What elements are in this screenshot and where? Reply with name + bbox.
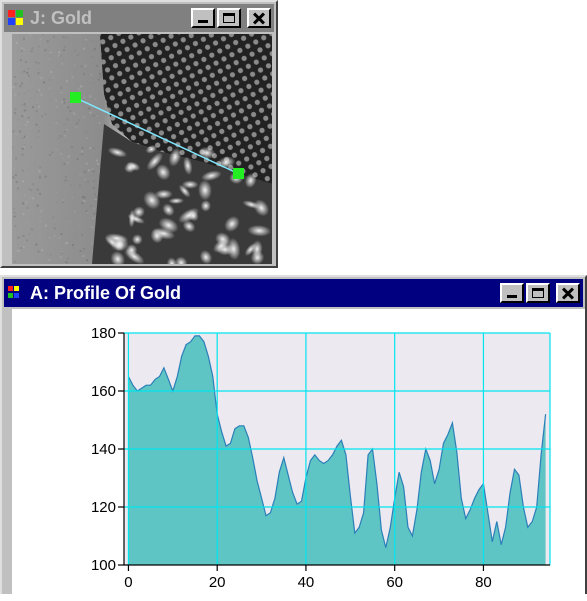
image-minimize-button[interactable] (191, 8, 215, 28)
image-maximize-button[interactable] (217, 8, 241, 28)
micrograph-svg (12, 34, 272, 264)
x-tick-label: 40 (298, 574, 315, 591)
image-close-button[interactable] (247, 8, 271, 28)
profile-end-handle[interactable] (233, 168, 244, 179)
image-window-titlebar[interactable]: J: Gold (4, 4, 274, 32)
profile-chart: 100 120 140 160 180 0 20 40 60 80 (91, 325, 551, 591)
y-tick-label: 140 (91, 441, 116, 458)
image-app-icon (8, 10, 24, 26)
profile-plot-area[interactable]: 100 120 140 160 180 0 20 40 60 80 (12, 309, 585, 594)
profile-minimize-button[interactable] (500, 283, 524, 303)
micrograph-image[interactable] (12, 34, 272, 264)
profile-window-title: A: Profile Of Gold (30, 282, 181, 303)
profile-close-button[interactable] (556, 283, 580, 303)
image-window-title: J: Gold (30, 7, 92, 28)
x-tick-label: 0 (124, 574, 132, 591)
profile-app-icon (8, 285, 24, 301)
y-tick-label: 160 (91, 383, 116, 400)
profile-window-titlebar[interactable]: A: Profile Of Gold (4, 279, 583, 307)
y-tick-label: 100 (91, 557, 116, 574)
profile-maximize-button[interactable] (526, 283, 550, 303)
x-tick-label: 80 (475, 574, 492, 591)
x-tick-label: 60 (386, 574, 403, 591)
y-tick-label: 120 (91, 499, 116, 516)
profile-start-handle[interactable] (70, 92, 81, 103)
profile-window[interactable]: A: Profile Of Gold 100 120 140 160 180 0 20 40 6… (0, 275, 587, 594)
y-tick-label: 180 (91, 325, 116, 342)
image-window[interactable]: J: Gold (0, 0, 278, 268)
x-tick-label: 20 (209, 574, 226, 591)
